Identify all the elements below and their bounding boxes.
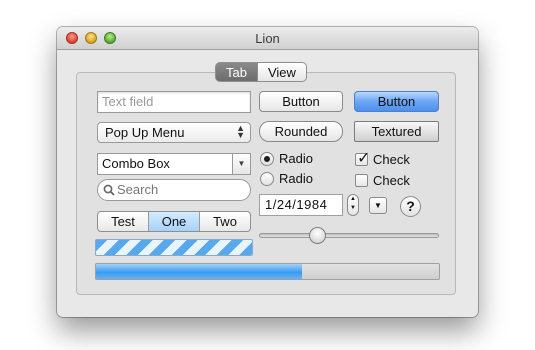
- radio-indicator-on: [260, 152, 274, 166]
- tab-tab[interactable]: Tab: [215, 62, 258, 82]
- updown-chevron-icon: ▲ ▼: [236, 123, 245, 140]
- checkbox-box-checked: ✓: [355, 150, 371, 167]
- search-placeholder: Search: [117, 182, 159, 197]
- checkbox-1[interactable]: ✓ Check: [355, 151, 410, 169]
- checkbox-box-unchecked: [355, 174, 368, 187]
- tab-view[interactable]: View: [257, 62, 307, 82]
- app-window: Lion Tab View Text field Pop Up Menu ▲ ▼ …: [57, 27, 478, 317]
- slider-knob[interactable]: [308, 227, 326, 244]
- slider-track[interactable]: [259, 233, 439, 238]
- popup-menu-label: Pop Up Menu: [105, 125, 185, 140]
- checkbox-2[interactable]: Check: [355, 172, 410, 190]
- date-picker[interactable]: 1/24/1984: [259, 194, 343, 216]
- window-title: Lion: [255, 31, 280, 46]
- tab-bar: Tab View: [215, 62, 307, 82]
- segmented-control: Test One Two: [97, 211, 251, 232]
- radio-button-1[interactable]: Radio: [260, 150, 313, 168]
- combo-box[interactable]: Combo Box ▼: [97, 153, 251, 175]
- magnifier-icon: [103, 184, 115, 196]
- title-bar: Lion: [57, 27, 478, 50]
- push-button[interactable]: Button: [259, 91, 343, 112]
- search-field[interactable]: Search: [97, 179, 251, 201]
- help-button[interactable]: ?: [400, 196, 421, 217]
- radio-label: Radio: [279, 171, 313, 186]
- text-field[interactable]: Text field: [97, 91, 251, 113]
- checkbox-label: Check: [373, 152, 410, 167]
- indeterminate-progress-bar: [95, 239, 253, 256]
- radio-label: Radio: [279, 151, 313, 166]
- segment-one[interactable]: One: [149, 212, 200, 231]
- triangle-down-icon[interactable]: ▼: [369, 197, 387, 214]
- popup-menu[interactable]: Pop Up Menu ▲ ▼: [97, 122, 251, 143]
- date-stepper[interactable]: ▲ ▼: [347, 194, 359, 216]
- radio-button-2[interactable]: Radio: [260, 170, 313, 188]
- combo-box-value: Combo Box: [102, 156, 170, 171]
- progress-fill: [96, 264, 302, 279]
- segment-two[interactable]: Two: [200, 212, 250, 231]
- progress-bar: [95, 263, 440, 280]
- default-button[interactable]: Button: [354, 91, 439, 112]
- textured-button[interactable]: Textured: [354, 121, 439, 142]
- radio-indicator-off: [260, 172, 274, 186]
- checkmark-icon: ✓: [357, 150, 371, 167]
- chevron-down-icon[interactable]: ▼: [232, 154, 250, 174]
- rounded-button[interactable]: Rounded: [259, 121, 343, 142]
- checkbox-label: Check: [373, 173, 410, 188]
- segment-test[interactable]: Test: [98, 212, 149, 231]
